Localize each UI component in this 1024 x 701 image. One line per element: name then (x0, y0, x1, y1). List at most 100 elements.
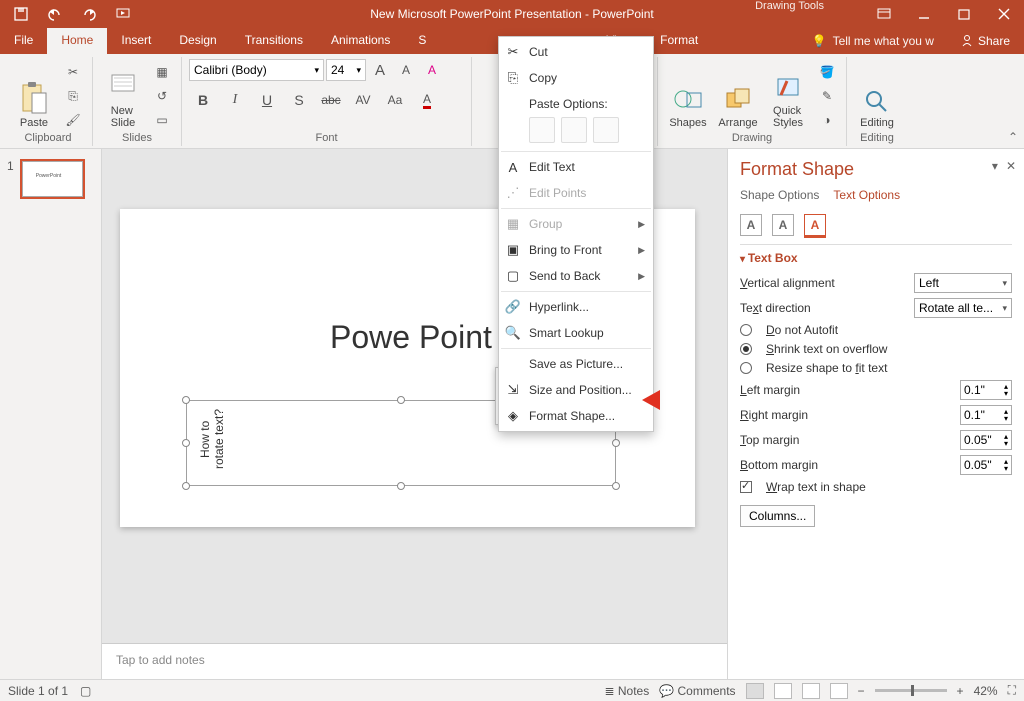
paste-opt-3[interactable] (593, 117, 619, 143)
pane-close-button[interactable]: ✕ (1006, 159, 1016, 173)
start-slideshow-button[interactable] (108, 2, 138, 26)
shape-fill-button[interactable]: 🪣 (815, 61, 839, 83)
zoom-in-button[interactable]: + (957, 684, 964, 698)
zoom-slider[interactable] (875, 689, 947, 692)
ctx-smart-lookup[interactable]: 🔍Smart Lookup (499, 320, 653, 346)
bold-button[interactable]: B (191, 89, 215, 111)
reset-button[interactable]: ↺ (150, 85, 174, 107)
fit-to-window-button[interactable]: ⛶ (1008, 683, 1016, 698)
font-size-select[interactable]: 24▾ (326, 59, 366, 81)
valign-select[interactable]: Left▾ (914, 273, 1012, 293)
change-case-button[interactable]: Aa (383, 89, 407, 111)
maximize-button[interactable] (944, 0, 984, 28)
thumbnail-number: 1 (7, 159, 14, 199)
ctx-format-shape[interactable]: ◈Format Shape... (499, 403, 653, 429)
paste-opt-1[interactable] (529, 117, 555, 143)
textbox-section-header[interactable]: Text Box (740, 251, 1012, 265)
notes-button[interactable]: ≣ Notes (604, 684, 649, 698)
shapes-button[interactable]: Shapes (665, 59, 711, 129)
save-button[interactable] (6, 2, 36, 26)
normal-view-button[interactable] (746, 683, 764, 699)
ctx-save-picture[interactable]: Save as Picture... (499, 351, 653, 377)
bmargin-input[interactable]: 0.05"▴▾ (960, 455, 1012, 475)
autofit-shrink-radio[interactable]: Shrink text on overflowShrink text on ov… (740, 342, 1012, 356)
thumbnail-1[interactable]: 1 PowerPoint (7, 159, 94, 199)
font-name-select[interactable]: Calibri (Body)▾ (189, 59, 324, 81)
shape-options-tab[interactable]: Shape Options (740, 188, 819, 206)
char-spacing-button[interactable]: AV (351, 89, 375, 111)
ctx-bring-front[interactable]: ▣Bring to Front▶ (499, 237, 653, 263)
increase-font-button[interactable]: A (368, 59, 392, 81)
zoom-out-button[interactable]: − (858, 684, 865, 698)
tab-file[interactable]: File (0, 28, 47, 54)
tab-animations[interactable]: Animations (317, 28, 404, 54)
shadow-button[interactable]: S (287, 89, 311, 111)
italic-button[interactable]: I (223, 89, 247, 111)
arrange-button[interactable]: Arrange (715, 59, 761, 129)
underline-button[interactable]: U (255, 89, 279, 111)
text-fill-outline-tab[interactable]: A (740, 214, 762, 236)
shape-effects-button[interactable]: ◑ (815, 109, 839, 131)
sorter-view-button[interactable] (774, 683, 792, 699)
clear-formatting-button[interactable]: A (420, 59, 444, 81)
ctx-hyperlink[interactable]: 🔗Hyperlink... (499, 294, 653, 320)
ctx-cut[interactable]: ✂Cut (499, 39, 653, 65)
ctx-send-back[interactable]: ▢Send to Back▶ (499, 263, 653, 289)
reading-view-button[interactable] (802, 683, 820, 699)
comments-button[interactable]: 💬 Comments (659, 684, 735, 698)
close-button[interactable] (984, 0, 1024, 28)
wrap-text-checkbox[interactable]: Wrap text in shapeWrap text in shape (740, 480, 1012, 494)
zoom-level[interactable]: 42% (974, 684, 998, 698)
redo-button[interactable] (74, 2, 104, 26)
spell-check-icon[interactable]: ▢ (80, 684, 91, 698)
tab-insert[interactable]: Insert (107, 28, 165, 54)
tdir-select[interactable]: Rotate all te...▾ (914, 298, 1012, 318)
shape-outline-button[interactable]: ✎ (815, 85, 839, 107)
autofit-none-radio[interactable]: Do not AutofitDo not Autofit (740, 323, 1012, 337)
collapse-ribbon-button[interactable]: ⌃ (1008, 130, 1018, 144)
tab-home[interactable]: Home (47, 28, 107, 54)
new-slide-button[interactable]: New Slide (100, 59, 146, 129)
ctx-size-position[interactable]: ⇲Size and Position... (499, 377, 653, 403)
tmargin-input[interactable]: 0.05"▴▾ (960, 430, 1012, 450)
decrease-font-button[interactable]: A (394, 59, 418, 81)
format-painter-button[interactable]: 🖌 (61, 109, 85, 131)
slideshow-view-button[interactable] (830, 683, 848, 699)
share-button[interactable]: Share (946, 28, 1024, 54)
layout-button[interactable]: ▦ (150, 61, 174, 83)
quick-styles-button[interactable]: Quick Styles (765, 59, 811, 129)
lmargin-input[interactable]: 0.1"▴▾ (960, 380, 1012, 400)
notes-pane[interactable]: Tap to add notes (102, 643, 727, 679)
ctx-edit-text[interactable]: AEdit Text (499, 154, 653, 180)
tab-format[interactable]: Format (646, 28, 712, 54)
tell-me-search[interactable]: 💡 Tell me what you w (800, 28, 946, 54)
tab-design[interactable]: Design (165, 28, 230, 54)
tab-slideshow[interactable]: S (404, 28, 440, 54)
slide-title-text: Powe Point (330, 319, 492, 356)
pane-options-button[interactable]: ▾ (992, 159, 998, 173)
tab-transitions[interactable]: Transitions (231, 28, 317, 54)
copy-button[interactable]: ⎘ (61, 85, 85, 107)
drawing-label: Drawing (665, 132, 839, 146)
editing-button[interactable]: Editing (854, 59, 900, 129)
textbox-tab[interactable]: A (804, 214, 826, 236)
undo-button[interactable] (40, 2, 70, 26)
cut-button[interactable]: ✂ (61, 61, 85, 83)
paste-opt-2[interactable] (561, 117, 587, 143)
ribbon-display-options-button[interactable] (864, 0, 904, 28)
font-color-button[interactable]: A (415, 89, 439, 111)
minimize-button[interactable] (904, 0, 944, 28)
section-button[interactable]: ▭ (150, 109, 174, 131)
tdir-label: Text directionText direction (740, 301, 906, 315)
paste-button[interactable]: Paste (11, 59, 57, 129)
ctx-copy[interactable]: ⎘Copy (499, 65, 653, 91)
text-options-tab[interactable]: Text Options (833, 188, 900, 206)
autofit-resize-radio[interactable]: Resize shape to fit textResize shape to … (740, 361, 1012, 375)
group-clipboard: Paste ✂ ⎘ 🖌 Clipboard (4, 57, 93, 146)
columns-button[interactable]: Columns... (740, 505, 815, 527)
tmargin-label: Top marginTop margin (740, 433, 952, 447)
strikethrough-button[interactable]: abc (319, 89, 343, 111)
rmargin-input[interactable]: 0.1"▴▾ (960, 405, 1012, 425)
text-effects-tab[interactable]: A (772, 214, 794, 236)
ctx-save-picture-label: Save as Picture... (529, 357, 623, 371)
